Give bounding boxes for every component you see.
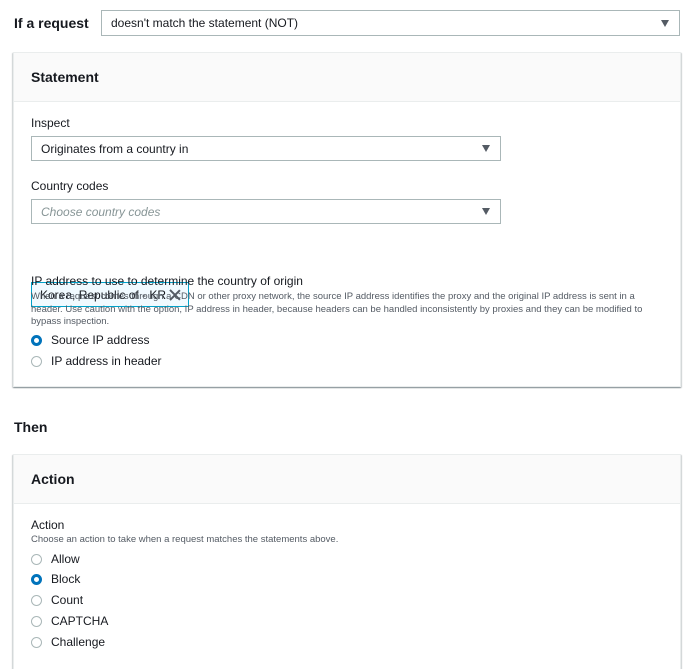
radio-count[interactable]: Count xyxy=(31,593,83,607)
then-heading: Then xyxy=(14,419,48,435)
radio-label: Count xyxy=(51,593,84,607)
ip-source-description: When a request comes through a CDN or ot… xyxy=(31,291,643,327)
radio-label: Challenge xyxy=(51,635,106,649)
radio-label: CAPTCHA xyxy=(51,614,109,628)
condition-row: If a request doesn't match the statement… xyxy=(14,10,680,36)
radio-label: Block xyxy=(51,572,81,586)
radio-unchecked-icon[interactable] xyxy=(31,615,42,627)
action-description: Choose an action to take when a request … xyxy=(31,534,339,545)
radio-unchecked-icon[interactable] xyxy=(31,594,42,606)
radio-checked-icon[interactable] xyxy=(31,334,42,346)
inspect-select-value: Originates from a country in xyxy=(41,141,189,156)
radio-label: Source IP address xyxy=(51,333,150,347)
radio-label: Allow xyxy=(51,552,80,566)
radio-unchecked-icon[interactable] xyxy=(31,553,42,565)
radio-unchecked-icon[interactable] xyxy=(31,636,42,648)
radio-allow[interactable]: Allow xyxy=(31,552,80,566)
radio-unchecked-icon[interactable] xyxy=(31,355,42,367)
country-codes-select[interactable]: Choose country codes xyxy=(31,199,501,224)
ip-source-label: IP address to use to determine the count… xyxy=(31,274,303,288)
action-panel: Action Action Choose an action to take w… xyxy=(13,454,681,669)
statement-panel-title: Statement xyxy=(14,53,680,102)
radio-challenge[interactable]: Challenge xyxy=(31,635,105,649)
country-codes-placeholder: Choose country codes xyxy=(41,204,161,219)
action-label: Action xyxy=(31,518,65,532)
inspect-label: Inspect xyxy=(31,116,70,130)
radio-label: IP address in header xyxy=(51,354,162,368)
caret-down-icon xyxy=(482,208,490,215)
condition-select-value: doesn't match the statement (NOT) xyxy=(111,16,299,30)
radio-ip-in-header[interactable]: IP address in header xyxy=(31,354,162,368)
radio-checked-icon[interactable] xyxy=(31,573,42,585)
caret-down-icon xyxy=(482,145,490,152)
inspect-select[interactable]: Originates from a country in xyxy=(31,136,501,161)
radio-captcha[interactable]: CAPTCHA xyxy=(31,614,108,628)
condition-label: If a request xyxy=(14,15,89,31)
radio-block[interactable]: Block xyxy=(31,572,80,586)
condition-select[interactable]: doesn't match the statement (NOT) xyxy=(101,10,680,36)
radio-source-ip[interactable]: Source IP address xyxy=(31,333,150,347)
country-codes-label: Country codes xyxy=(31,179,109,193)
statement-panel: Statement Inspect Originates from a coun… xyxy=(13,52,681,387)
action-panel-title: Action xyxy=(14,455,680,504)
caret-down-icon xyxy=(661,19,669,27)
